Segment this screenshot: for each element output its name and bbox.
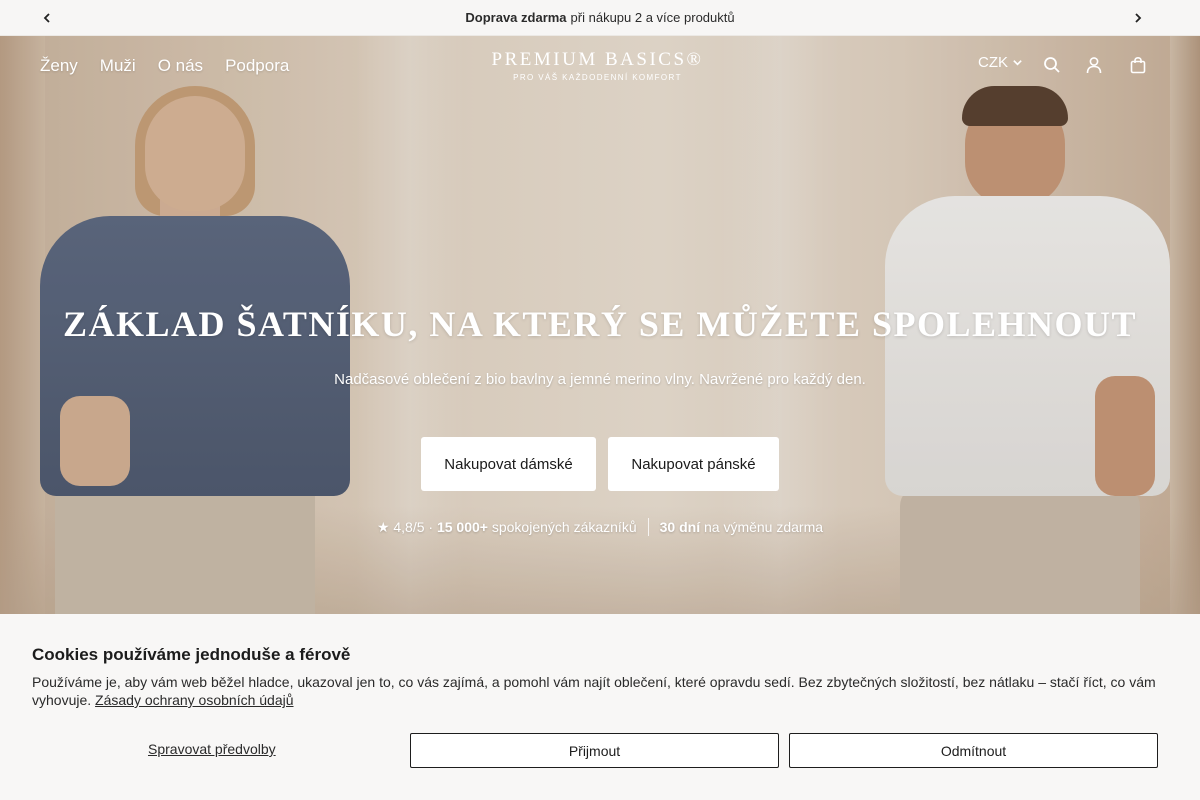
rating-text: ★ 4,8/5 · [376, 518, 434, 535]
hero-subtitle: Nadčasové oblečení z bio bavlny a jemné … [334, 371, 866, 388]
customers-count: 15 000+ [436, 519, 488, 535]
hero-title: ZÁKLAD ŠATNÍKU, NA KTERÝ SE MŮŽETE SPOLE… [62, 304, 1138, 344]
chevron-left-icon[interactable] [37, 8, 57, 28]
logo-name: PREMIUM BASICS® [491, 49, 704, 70]
announcement-text: Doprava zdarma při nákupu 2 a více produk… [465, 10, 735, 25]
accept-cookies-button[interactable]: Přijmout [410, 733, 779, 768]
nav-item-support[interactable]: Podpora [225, 56, 289, 76]
cookie-banner: Cookies používáme jednoduše a férově Pou… [0, 614, 1200, 800]
currency-label: CZK [978, 54, 1008, 71]
nav-item-women[interactable]: Ženy [40, 56, 78, 76]
chevron-right-icon[interactable] [1128, 8, 1148, 28]
nav-item-about[interactable]: O nás [158, 56, 203, 76]
cookie-title: Cookies používáme jednoduše a férově [32, 645, 351, 664]
logo[interactable]: PREMIUM BASICS® PRO VÁŠ KAŽDODENNÍ KOMFO… [480, 49, 715, 82]
exchange-label: na výměnu zdarma [703, 519, 824, 535]
logo-tagline: PRO VÁŠ KAŽDODENNÍ KOMFORT [513, 73, 682, 82]
main-nav: Ženy Muži O nás Podpora [40, 56, 289, 76]
currency-selector[interactable]: CZK [978, 54, 1023, 71]
shop-men-button[interactable]: Nakupovat pánské [608, 437, 779, 491]
chevron-down-icon [1013, 60, 1022, 66]
cookie-text: Používáme je, aby vám web běžel hladce, … [32, 674, 1156, 708]
nav-item-men[interactable]: Muži [100, 56, 136, 76]
search-icon[interactable] [1041, 54, 1063, 76]
customers-label: spokojených zákazníků [491, 519, 637, 535]
announcement-bar: Doprava zdarma při nákupu 2 a více produk… [0, 0, 1200, 36]
shop-women-button[interactable]: Nakupovat dámské [421, 437, 596, 491]
bag-icon[interactable] [1127, 54, 1149, 76]
privacy-policy-link[interactable]: Zásady ochrany osobních údajů [95, 692, 293, 708]
manage-preferences-link[interactable]: Spravovat předvolby [148, 741, 276, 757]
account-icon[interactable] [1083, 54, 1105, 76]
trust-bar: ★ 4,8/5 · 15 000+ spokojených zákazníků … [0, 518, 1200, 536]
header-tools: CZK [978, 54, 1023, 71]
reject-cookies-button[interactable]: Odmítnout [789, 733, 1158, 768]
divider [647, 518, 649, 536]
exchange-days: 30 dní [659, 519, 701, 535]
